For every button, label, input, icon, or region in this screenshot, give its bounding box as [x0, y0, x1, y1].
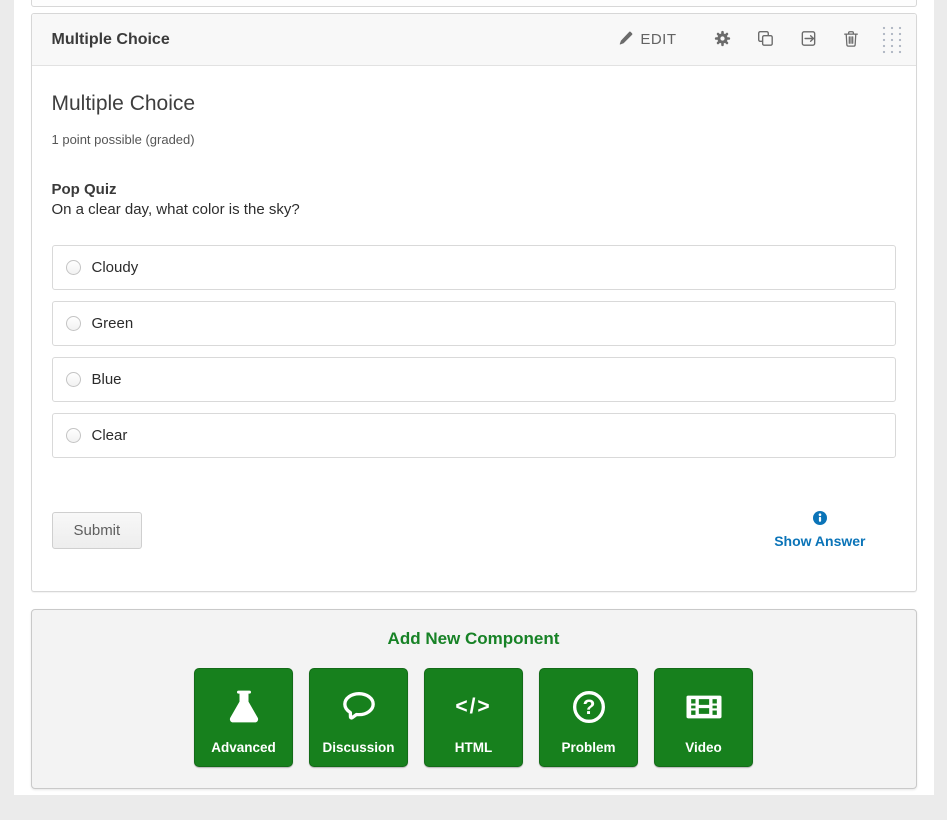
question-text: On a clear day, what color is the sky?	[52, 201, 896, 218]
svg-text:?: ?	[582, 696, 595, 719]
film-icon	[683, 669, 725, 740]
radio-button-green[interactable]	[66, 316, 81, 331]
option-label: Blue	[92, 371, 122, 388]
component-title: Multiple Choice	[52, 31, 170, 49]
problem-actions: Submit Show Answer	[52, 511, 896, 549]
duplicate-button[interactable]	[744, 14, 787, 66]
question-title: Pop Quiz	[52, 181, 896, 198]
add-problem-button[interactable]: ? Problem	[539, 668, 638, 767]
option-label: Clear	[92, 427, 128, 444]
component-button-label: Problem	[561, 740, 615, 755]
radio-button-clear[interactable]	[66, 428, 81, 443]
option-label: Green	[92, 315, 134, 332]
option-row-clear[interactable]: Clear	[52, 413, 896, 458]
flask-icon	[224, 669, 264, 740]
add-advanced-button[interactable]: Advanced	[194, 668, 293, 767]
problem-body: Multiple Choice 1 point possible (graded…	[32, 66, 916, 591]
delete-button[interactable]	[830, 14, 872, 66]
component-button-label: Video	[685, 740, 722, 755]
radio-button-blue[interactable]	[66, 372, 81, 387]
move-button[interactable]	[787, 14, 830, 66]
question-circle-icon: ?	[569, 669, 609, 740]
problem-title: Multiple Choice	[52, 92, 896, 116]
component-header: Multiple Choice EDIT	[32, 14, 916, 66]
add-discussion-button[interactable]: Discussion	[309, 668, 408, 767]
content-container: Multiple Choice EDIT	[14, 0, 934, 795]
gear-icon	[714, 30, 731, 50]
add-new-component-panel: Add New Component Advanced Discussion	[31, 609, 917, 789]
submit-button[interactable]: Submit	[52, 512, 143, 549]
previous-card-fragment	[31, 0, 917, 7]
option-row-cloudy[interactable]: Cloudy	[52, 245, 896, 290]
add-html-button[interactable]: </> HTML	[424, 668, 523, 767]
settings-button[interactable]	[701, 14, 744, 66]
option-label: Cloudy	[92, 259, 139, 276]
component-button-label: Discussion	[322, 740, 394, 755]
component-button-label: HTML	[455, 740, 493, 755]
multiple-choice-component-card: Multiple Choice EDIT	[31, 13, 917, 592]
radio-button-cloudy[interactable]	[66, 260, 81, 275]
component-buttons-row: Advanced Discussion </> HTML	[32, 668, 916, 767]
edit-button-label: EDIT	[640, 31, 676, 48]
option-row-blue[interactable]: Blue	[52, 357, 896, 402]
drag-handle-icon[interactable]	[880, 25, 902, 54]
option-row-green[interactable]: Green	[52, 301, 896, 346]
add-new-component-title: Add New Component	[32, 629, 916, 649]
add-video-button[interactable]: Video	[654, 668, 753, 767]
points-possible-text: 1 point possible (graded)	[52, 132, 896, 147]
show-answer-label: Show Answer	[774, 533, 865, 549]
trash-icon	[843, 30, 859, 50]
pencil-icon	[619, 31, 633, 49]
code-icon: </>	[455, 669, 491, 740]
info-icon	[813, 511, 827, 528]
speech-bubble-icon	[338, 669, 380, 740]
duplicate-icon	[757, 30, 774, 50]
component-toolbar: EDIT	[619, 14, 907, 66]
component-button-label: Advanced	[211, 740, 276, 755]
move-icon	[800, 30, 817, 50]
edit-button[interactable]: EDIT	[619, 31, 676, 49]
show-answer-link[interactable]: Show Answer	[774, 511, 865, 549]
